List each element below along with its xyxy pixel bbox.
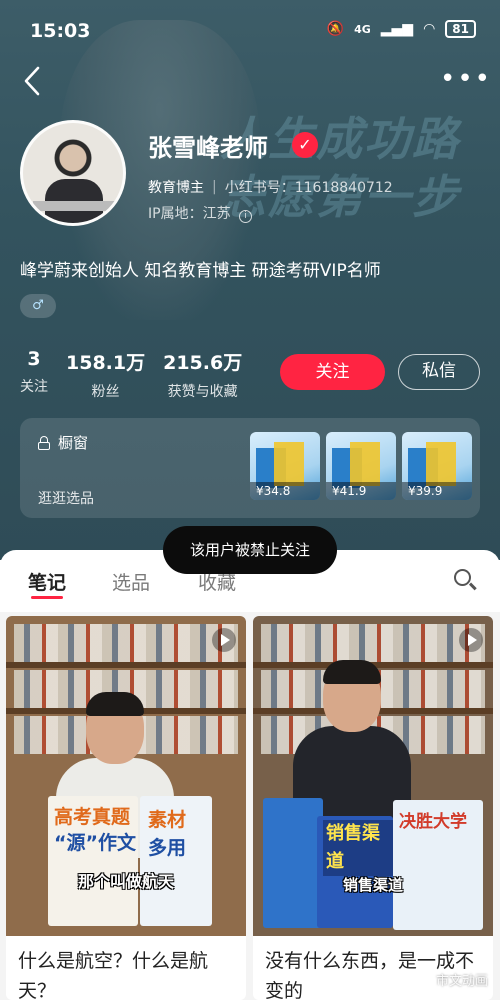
bookshelf — [261, 624, 485, 662]
more-options-icon[interactable]: ••• — [440, 64, 490, 94]
verified-badge-icon: ✓ — [292, 132, 318, 158]
bookshelf — [6, 662, 246, 668]
signal-icon: ▂▄▆ — [380, 21, 414, 37]
shop-window[interactable]: 橱窗 逛逛选品 ¥34.8 ¥41.9 ¥39.9 — [20, 418, 480, 518]
product-image — [350, 442, 380, 486]
message-button[interactable]: 私信 — [398, 354, 480, 390]
shop-bag-icon — [38, 435, 50, 450]
network-label: 4G — [354, 22, 371, 36]
ip-label: IP属地： — [148, 206, 203, 222]
video-subtitle: 销售渠道 — [342, 876, 403, 894]
info-icon[interactable]: i — [239, 210, 253, 223]
tab-notes[interactable]: 笔记 — [28, 568, 66, 595]
ip-location: IP属地：江苏 i — [148, 203, 253, 223]
tab-selected-products[interactable]: 选品 — [112, 568, 150, 595]
note-card[interactable]: 高考真题 “源”作文 素材 多用 那个叫做航天 什么是航空？什么是航天？ — [6, 616, 246, 1000]
status-bar: 15:03 🔕 4G ▂▄▆ ◠ 81 — [0, 0, 500, 60]
shop-subtitle: 逛逛选品 — [38, 491, 94, 507]
stat-label: 关注 — [20, 379, 48, 395]
rednote-id-label: 小红书号： — [224, 180, 295, 196]
rednote-id-value: 11618840712 — [294, 180, 393, 196]
product-image — [426, 442, 456, 486]
product-image — [274, 442, 304, 486]
separator: | — [212, 179, 217, 195]
shop-product[interactable]: ¥34.8 — [250, 432, 320, 500]
status-time: 15:03 — [30, 20, 91, 42]
avatar-desk — [33, 201, 117, 211]
book-cover — [263, 798, 323, 928]
note-card[interactable]: 销售渠道 决胜大学 销售渠道 没有什么东西，是一成不变的 — [253, 616, 493, 1000]
stat-label: 获赞与收藏 — [167, 384, 238, 400]
book-cover: 高考真题 “源”作文 — [48, 796, 138, 926]
book-cover: 决胜大学 — [393, 800, 483, 930]
book-title: 多用 — [148, 837, 187, 859]
book-title: “源”作文 — [54, 832, 136, 854]
shop-product[interactable]: ¥39.9 — [402, 432, 472, 500]
bookshelf — [14, 624, 238, 662]
note-cover: 销售渠道 决胜大学 销售渠道 — [253, 616, 493, 936]
stat-value: 3 — [27, 348, 41, 370]
male-gender-icon: ♂ — [20, 294, 56, 318]
shop-product[interactable]: ¥41.9 — [326, 432, 396, 500]
stat-likes-collections[interactable]: 215.6万 获赞与收藏 — [163, 348, 242, 401]
book-title: 高考真题 — [54, 806, 131, 828]
sign-text: 销售渠道 — [323, 820, 393, 876]
chevron-left-icon — [24, 66, 40, 96]
book-cover: 销售渠道 — [317, 816, 393, 928]
avatar[interactable] — [20, 120, 126, 226]
video-play-icon — [459, 628, 483, 652]
book-cover: 素材 多用 — [140, 796, 212, 926]
shop-title: 橱窗 — [38, 432, 88, 453]
product-price: ¥41.9 — [326, 482, 396, 500]
profile-bio: 峰学蔚来创始人 知名教育博主 研途考研VIP名师 — [20, 261, 381, 281]
mute-icon: 🔕 — [326, 21, 345, 37]
stat-value: 158.1万 — [66, 352, 146, 374]
book-title: 素材 — [148, 809, 187, 831]
stat-following[interactable]: 3 关注 — [20, 348, 48, 401]
product-price: ¥39.9 — [402, 482, 472, 500]
note-cover: 高考真题 “源”作文 素材 多用 那个叫做航天 — [6, 616, 246, 936]
profile-meta: 教育博主 | 小红书号：11618840712 — [148, 177, 393, 197]
search-icon[interactable] — [452, 567, 478, 593]
status-icons: 🔕 4G ▂▄▆ ◠ 81 — [327, 20, 476, 38]
profile-stats: 3 关注 158.1万 粉丝 215.6万 获赞与收藏 — [20, 348, 242, 401]
presenter-hair — [86, 692, 144, 716]
battery-icon: 81 — [445, 20, 476, 38]
shop-title-label: 橱窗 — [58, 434, 89, 452]
wifi-icon: ◠ — [423, 21, 436, 37]
presenter-hair — [323, 660, 381, 684]
profile-role: 教育博主 — [148, 180, 204, 196]
ip-value: 江苏 — [202, 206, 231, 222]
watermark: 市文动画 — [435, 974, 488, 989]
notes-feed: 高考真题 “源”作文 素材 多用 那个叫做航天 什么是航空？什么是航天？ 销售渠… — [0, 612, 500, 1000]
profile-header: 人生成功路 志愿第一步 15:03 🔕 4G ▂▄▆ ◠ 81 ••• 张雪峰老… — [0, 0, 500, 560]
stat-followers[interactable]: 158.1万 粉丝 — [66, 348, 145, 401]
video-subtitle: 那个叫做航天 — [77, 872, 174, 891]
presenter — [293, 660, 413, 826]
active-tab-indicator — [31, 596, 63, 599]
stat-label: 粉丝 — [91, 384, 120, 400]
book-title: 决胜大学 — [399, 812, 467, 832]
back-button[interactable] — [18, 64, 48, 98]
follow-button[interactable]: 关注 — [280, 354, 385, 390]
note-title: 什么是航空？什么是航天？ — [18, 950, 209, 1000]
rednote-id[interactable]: 小红书号：11618840712 — [225, 177, 393, 197]
profile-name: 张雪峰老师 — [148, 134, 268, 162]
toast-message: 该用户被禁止关注 — [163, 526, 337, 574]
stat-value: 215.6万 — [163, 352, 243, 374]
product-price: ¥34.8 — [250, 482, 320, 500]
video-play-icon — [212, 628, 236, 652]
